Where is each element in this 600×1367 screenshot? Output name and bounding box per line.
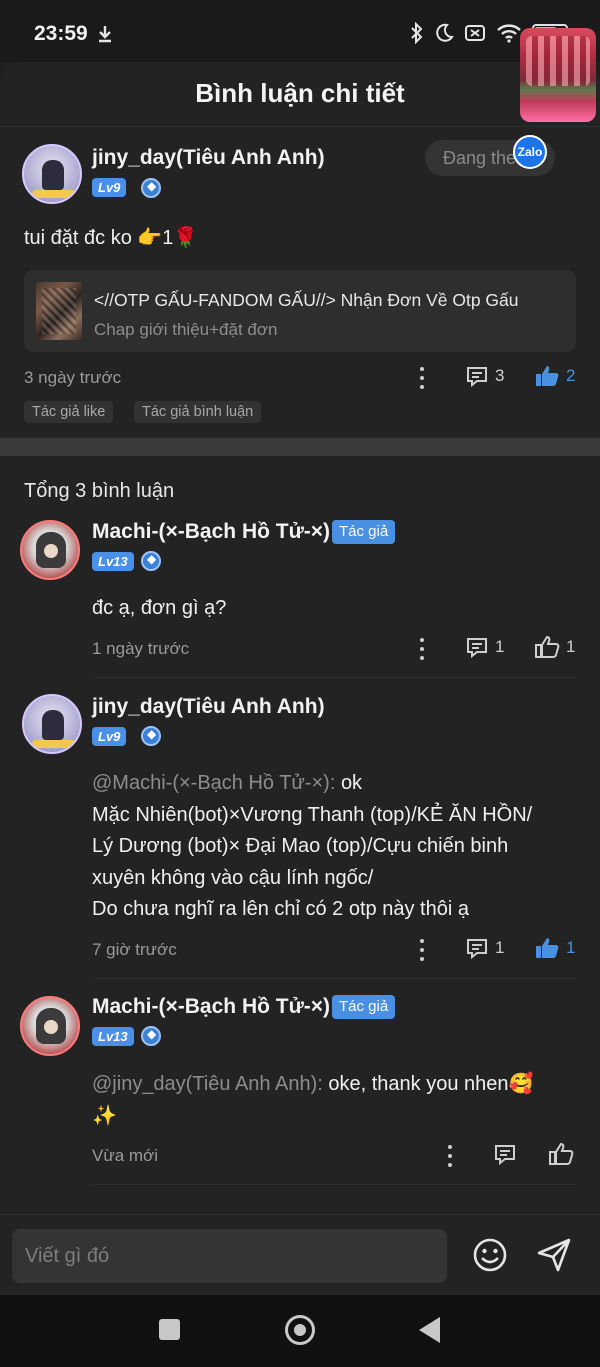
more-icon[interactable]: [419, 367, 425, 389]
author-comment-tag: Tác giả bình luận: [134, 401, 262, 423]
comment-time: 3 ngày trước: [24, 368, 122, 387]
more-icon[interactable]: [447, 1145, 453, 1167]
like-count: 1: [566, 637, 576, 656]
page-title: Bình luận chi tiết: [195, 78, 405, 108]
reply-time: Vừa mới: [92, 1146, 158, 1165]
author-like-tag: Tác giả like: [24, 401, 114, 423]
more-icon[interactable]: [419, 939, 425, 961]
thumbs-up-icon: [536, 366, 559, 386]
zalo-icon[interactable]: Zalo: [513, 135, 547, 169]
reply-line: Do chưa nghĩ ra lên chỉ có 2 otp này thô…: [92, 898, 469, 920]
reply-count: 3: [495, 366, 505, 385]
verified-icon: [141, 551, 161, 571]
level-badge: Lv9: [92, 727, 127, 746]
mention-quote[interactable]: @Machi-(×-Bạch Hồ Tử-×):: [92, 772, 341, 794]
level-badge: Lv9: [92, 178, 127, 197]
author-tag: Tác giả: [332, 995, 396, 1019]
reply-button[interactable]: 1: [465, 635, 504, 659]
linked-post-card[interactable]: <//OTP GẤU-FANDOM GẤU//> Nhận Đơn Về Otp…: [24, 270, 576, 352]
status-time: 23:59: [34, 22, 88, 45]
nav-home-icon[interactable]: [285, 1315, 315, 1345]
username[interactable]: Machi-(×-Bạch Hồ Tử-×): [92, 520, 330, 544]
comment-text: tui đặt đc ko 👉1🌹: [24, 227, 199, 249]
sim-icon: [465, 25, 485, 41]
reply-button[interactable]: [493, 1142, 517, 1166]
level-badge: Lv13: [92, 552, 134, 571]
verified-icon: [141, 1026, 161, 1046]
post-title: <//OTP GẤU-FANDOM GẤU//> Nhận Đơn Về Otp…: [94, 290, 519, 310]
like-button[interactable]: [548, 1142, 574, 1166]
comment-icon: [467, 638, 487, 659]
reply-text: đc ạ, đơn gì ạ?: [92, 597, 227, 619]
moon-icon: [436, 23, 454, 42]
thumbs-up-icon: [549, 1142, 574, 1165]
floating-video-widget[interactable]: [520, 28, 596, 122]
replies-count-header: Tổng 3 bình luận: [24, 480, 175, 502]
reply-line: Lý Dương (bot)× Đại Mao (top)/Cựu chiến …: [92, 835, 509, 857]
comment-icon: [467, 367, 487, 388]
verified-icon: [141, 726, 161, 746]
reply-quote-line: @Machi-(×-Bạch Hồ Tử-×): ok: [92, 768, 532, 800]
divider: [92, 978, 576, 979]
reply-line: ✨: [92, 1104, 117, 1127]
author-tag: Tác giả: [332, 520, 396, 544]
wifi-icon: [497, 24, 521, 43]
like-button[interactable]: 2: [534, 364, 575, 388]
username[interactable]: jiny_day(Tiêu Anh Anh): [92, 146, 325, 170]
bluetooth-icon: [411, 22, 423, 44]
post-thumbnail: [36, 282, 82, 340]
system-nav-bar: [0, 1295, 600, 1367]
section-separator: [0, 438, 600, 456]
reply-text: @Machi-(×-Bạch Hồ Tử-×): ok Mặc Nhiên(bo…: [92, 768, 532, 926]
reply-line: Mặc Nhiên(bot)×Vương Thanh (top)/KẺ ĂN H…: [92, 803, 533, 826]
send-icon[interactable]: [536, 1237, 572, 1273]
reply-time: 7 giờ trước: [92, 940, 177, 959]
like-button[interactable]: 1: [534, 936, 575, 960]
avatar[interactable]: [20, 520, 80, 580]
comment-icon: [467, 939, 487, 960]
reply-quote-line: @jiny_day(Tiêu Anh Anh): oke, thank you …: [92, 1069, 572, 1101]
divider: [0, 126, 600, 127]
more-icon[interactable]: [419, 638, 425, 660]
comment-input-bar: Viết gì đó: [0, 1214, 600, 1295]
verified-icon: [141, 178, 161, 198]
reply-line: xuyên không vào cậu lính ngốc/: [92, 866, 374, 889]
thumbs-up-icon: [536, 938, 559, 958]
reply-button[interactable]: 1: [465, 936, 504, 960]
avatar[interactable]: [22, 694, 82, 754]
quote-reply: ok: [340, 772, 363, 794]
like-button[interactable]: 1: [534, 635, 575, 659]
reply-count: 1: [495, 637, 505, 656]
reply-count: 1: [495, 938, 505, 957]
avatar[interactable]: [20, 996, 80, 1056]
reply-text: @jiny_day(Tiêu Anh Anh): oke, thank you …: [92, 1069, 572, 1132]
thumbs-up-icon: [535, 635, 560, 658]
post-subtitle: Chap giới thiệu+đặt đơn: [94, 320, 278, 339]
comment-input[interactable]: Viết gì đó: [12, 1229, 447, 1283]
status-bar: 23:59 72: [0, 0, 600, 62]
level-badge: Lv13: [92, 1027, 134, 1046]
reply-time: 1 ngày trước: [92, 639, 190, 658]
nav-back-icon[interactable]: [419, 1317, 440, 1343]
avatar[interactable]: [22, 144, 82, 204]
username[interactable]: jiny_day(Tiêu Anh Anh): [92, 695, 325, 719]
download-icon: [99, 26, 111, 43]
mention-quote[interactable]: @jiny_day(Tiêu Anh Anh):: [92, 1073, 328, 1095]
nav-recent-icon[interactable]: [159, 1319, 180, 1340]
username[interactable]: Machi-(×-Bạch Hồ Tử-×): [92, 995, 330, 1019]
quote-reply: oke, thank you nhen🥰: [328, 1073, 534, 1095]
like-count: 1: [566, 938, 576, 957]
emoji-icon[interactable]: [472, 1237, 508, 1273]
divider: [92, 1184, 576, 1185]
comment-icon: [495, 1145, 515, 1166]
reply-button[interactable]: 3: [465, 364, 504, 388]
like-count: 2: [566, 366, 576, 385]
comment-detail-sheet: Bình luận chi tiết jiny_day(Tiêu Anh Anh…: [0, 62, 600, 1295]
divider: [92, 677, 576, 678]
